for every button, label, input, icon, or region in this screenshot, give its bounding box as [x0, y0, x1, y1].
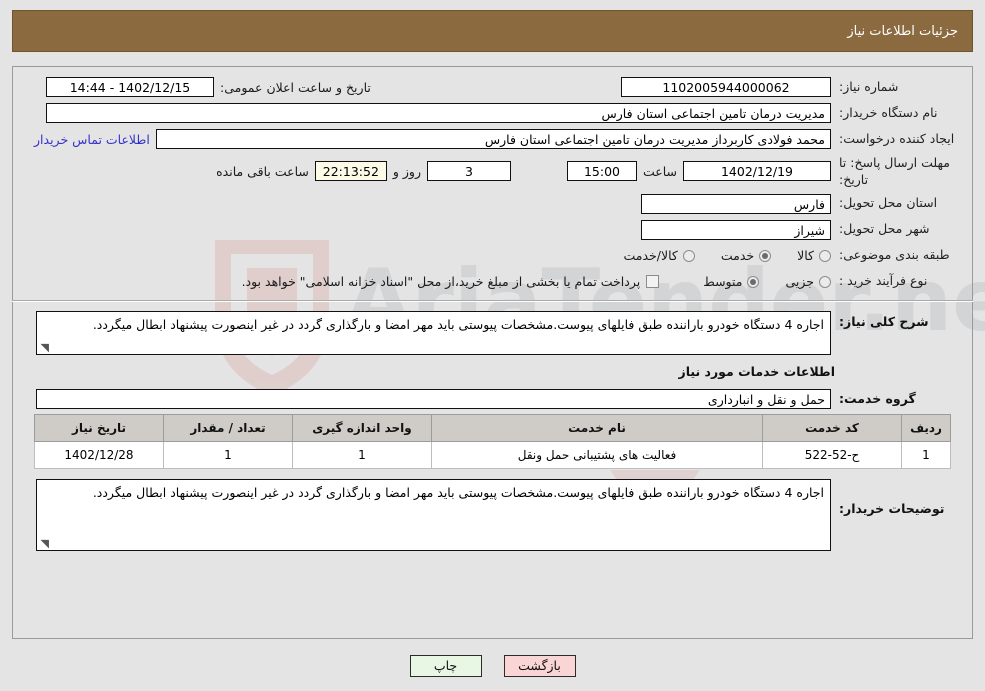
col-quantity: تعداد / مقدار: [163, 413, 293, 442]
buyer-notes-textarea[interactable]: اجاره 4 دستگاه خودرو باراننده طبق فایلها…: [36, 478, 831, 551]
process-label: نوع فرآیند خرید :: [839, 273, 928, 289]
row-process-type: نوع فرآیند خرید : جزیی متوسط پرداخت تمام…: [28, 271, 957, 293]
description-value: اجاره 4 دستگاه خودرو باراننده طبق فایلها…: [92, 316, 824, 332]
page-title: جزئیات اطلاعات نیاز: [847, 23, 958, 39]
service-group-label: گروه خدمت:: [839, 391, 916, 407]
countdown-timer: 22:13:52: [314, 161, 387, 182]
footer-actions: بازگشت چاپ: [0, 655, 985, 677]
service-group-field[interactable]: حمل و نقل و انبارداری: [36, 388, 831, 409]
radio-icon-jozee[interactable]: [819, 275, 831, 288]
payment-note-checkbox-wrap[interactable]: پرداخت تمام یا بخشی از مبلغ خرید،از محل …: [242, 274, 660, 289]
resize-grip-icon[interactable]: ◥: [39, 342, 49, 353]
remaining-hours-label: ساعت باقی مانده: [216, 163, 309, 179]
days-label: روز و: [392, 163, 421, 179]
row-buyer-notes: توضیحات خریدار: اجاره 4 دستگاه خودرو بار…: [28, 478, 957, 551]
page-root: AriaTender.net جزئیات اطلاعات نیاز شماره…: [0, 0, 985, 691]
announce-datetime-field[interactable]: 1402/12/15 - 14:44: [46, 77, 214, 97]
row-service-group: گروه خدمت: حمل و نقل و انبارداری: [28, 388, 957, 410]
category-option-kala[interactable]: کالا: [797, 248, 831, 263]
row-category: طبقه بندی موضوعی: کالا خدمت کالا/خدمت: [28, 245, 957, 267]
row-province: استان محل تحویل: فارس: [28, 193, 957, 215]
resize-grip-icon-2[interactable]: ◥: [39, 538, 49, 549]
row-need-number: شماره نیاز: 1102005944000062 تاریخ و ساع…: [28, 76, 957, 98]
announce-label: تاریخ و ساعت اعلان عمومی:: [220, 79, 371, 95]
buyer-notes-label: توضیحات خریدار:: [839, 500, 945, 516]
city-field[interactable]: شیراز: [641, 219, 831, 240]
cell-quantity: 1: [163, 440, 293, 469]
hour-label: ساعت: [642, 163, 677, 179]
buyer-notes-value: اجاره 4 دستگاه خودرو باراننده طبق فایلها…: [92, 484, 824, 500]
cell-service-name: فعالیت های پشتیبانی حمل ونقل: [431, 440, 763, 469]
process-option-motevaset-label: متوسط: [703, 274, 743, 290]
cell-service-code: ح-52-522: [762, 440, 902, 469]
col-row-no: ردیف: [901, 413, 951, 442]
payment-note-checkbox[interactable]: [646, 275, 660, 289]
province-label: استان محل تحویل:: [839, 195, 938, 211]
row-requester: ایجاد کننده درخواست: محمد فولادی کاربردا…: [28, 128, 957, 150]
radio-icon-motevaset-selected[interactable]: [747, 275, 760, 288]
category-label: طبقه بندی موضوعی:: [839, 247, 950, 263]
col-service-name: نام خدمت: [431, 413, 763, 442]
description-textarea[interactable]: اجاره 4 دستگاه خودرو باراننده طبق فایلها…: [36, 310, 831, 355]
process-radio-group: جزیی متوسط: [677, 274, 831, 289]
row-deadline: مهلت ارسال پاسخ: تا تاریخ: 1402/12/19 سا…: [28, 154, 957, 189]
table-header-row: ردیف کد خدمت نام خدمت واحد اندازه گیری ت…: [34, 413, 951, 442]
services-table-wrap: ردیف کد خدمت نام خدمت واحد اندازه گیری ت…: [28, 413, 957, 469]
row-city: شهر محل تحویل: شیراز: [28, 219, 957, 241]
buyer-org-field[interactable]: مدیریت درمان تامین اجتماعی استان فارس: [46, 103, 831, 123]
requester-field[interactable]: محمد فولادی کاربرداز مدیریت درمان تامین …: [155, 129, 831, 149]
back-button[interactable]: بازگشت: [503, 655, 576, 677]
deadline-label: مهلت ارسال پاسخ: تا تاریخ:: [839, 155, 950, 187]
services-section-title: اطلاعات خدمات مورد نیاز: [678, 363, 836, 379]
col-service-code: کد خدمت: [762, 413, 902, 442]
need-number-label: شماره نیاز:: [839, 78, 899, 94]
category-option-khedmat-label: خدمت: [720, 248, 755, 264]
radio-icon-khedmat-selected[interactable]: [759, 249, 772, 262]
main-content: شماره نیاز: 1102005944000062 تاریخ و ساع…: [12, 66, 973, 639]
process-option-jozee[interactable]: جزیی: [785, 274, 831, 289]
category-option-kala-label: کالا: [797, 248, 814, 264]
table-row[interactable]: 1 ح-52-522 فعالیت های پشتیبانی حمل ونقل …: [34, 440, 951, 469]
remaining-days-field: 3: [426, 161, 511, 182]
cell-need-date: 1402/12/28: [34, 440, 164, 469]
payment-note-text: پرداخت تمام یا بخشی از مبلغ خرید،از محل …: [241, 274, 641, 290]
cell-row-no: 1: [901, 440, 951, 469]
category-option-kala-khedmat-label: کالا/خدمت: [623, 248, 678, 264]
deadline-date-field[interactable]: 1402/12/19: [683, 161, 831, 182]
services-table: ردیف کد خدمت نام خدمت واحد اندازه گیری ت…: [34, 413, 951, 469]
row-buyer-org: نام دستگاه خریدار: مدیریت درمان تامین اج…: [28, 102, 957, 124]
col-unit: واحد اندازه گیری: [292, 413, 432, 442]
process-option-jozee-label: جزیی: [785, 274, 814, 290]
row-description: شرح کلی نیاز: اجاره 4 دستگاه خودرو باران…: [28, 310, 957, 355]
radio-icon-kala-khedmat[interactable]: [682, 249, 695, 262]
province-field[interactable]: فارس: [641, 193, 831, 214]
category-radio-group: کالا خدمت کالا/خدمت: [597, 248, 831, 263]
buyer-org-label: نام دستگاه خریدار:: [839, 104, 938, 120]
process-option-motevaset[interactable]: متوسط: [703, 274, 760, 290]
cell-unit: 1: [292, 440, 432, 469]
deadline-time-field[interactable]: 15:00: [566, 161, 637, 182]
print-button[interactable]: چاپ: [409, 655, 482, 677]
city-label: شهر محل تحویل:: [839, 221, 930, 237]
buyer-contact-link[interactable]: اطلاعات تماس خریدار: [28, 132, 156, 147]
radio-icon-kala[interactable]: [819, 249, 831, 262]
col-need-date: تاریخ نیاز: [34, 413, 164, 442]
page-header: جزئیات اطلاعات نیاز: [12, 10, 973, 52]
category-option-kala-khedmat[interactable]: کالا/خدمت: [623, 248, 695, 264]
category-option-khedmat[interactable]: خدمت: [720, 248, 772, 264]
section-divider: [12, 299, 973, 302]
requester-label: ایجاد کننده درخواست:: [839, 130, 955, 146]
description-label: شرح کلی نیاز:: [839, 313, 929, 329]
need-number-field[interactable]: 1102005944000062: [621, 77, 831, 97]
